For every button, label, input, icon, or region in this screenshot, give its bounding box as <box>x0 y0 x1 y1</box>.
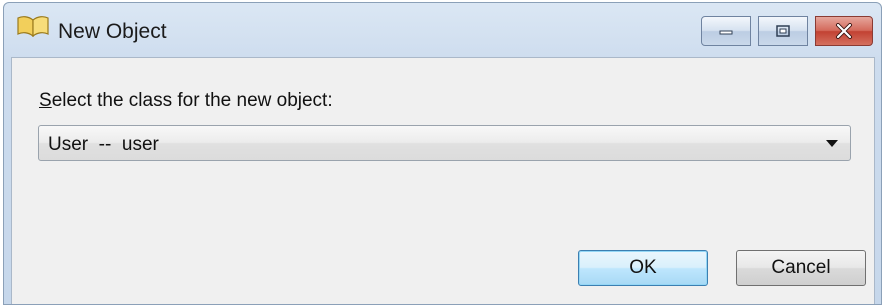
ok-button[interactable]: OK <box>578 250 708 286</box>
dropdown-arrow-icon[interactable] <box>826 140 838 147</box>
maximize-button[interactable] <box>758 16 808 46</box>
close-icon <box>836 23 852 39</box>
cancel-button[interactable]: Cancel <box>736 250 866 286</box>
minimize-button[interactable] <box>701 16 751 46</box>
window-title: New Object <box>58 20 167 43</box>
prompt-text: elect the class for the new object: <box>51 90 333 111</box>
dialog-body: Select the class for the new object: Use… <box>11 57 875 304</box>
close-button[interactable] <box>815 16 873 46</box>
class-prompt-label: Select the class for the new object: <box>39 90 333 112</box>
open-book-icon <box>17 16 49 37</box>
class-select[interactable]: User -- user <box>38 125 851 161</box>
class-select-value: User -- user <box>48 134 159 155</box>
prompt-mnemonic: S <box>39 90 52 111</box>
title-bar[interactable]: New Object <box>4 3 881 57</box>
maximize-icon <box>776 25 790 37</box>
minimize-icon <box>719 30 733 35</box>
dialog-window: New Object Select the class for the new … <box>3 2 882 305</box>
